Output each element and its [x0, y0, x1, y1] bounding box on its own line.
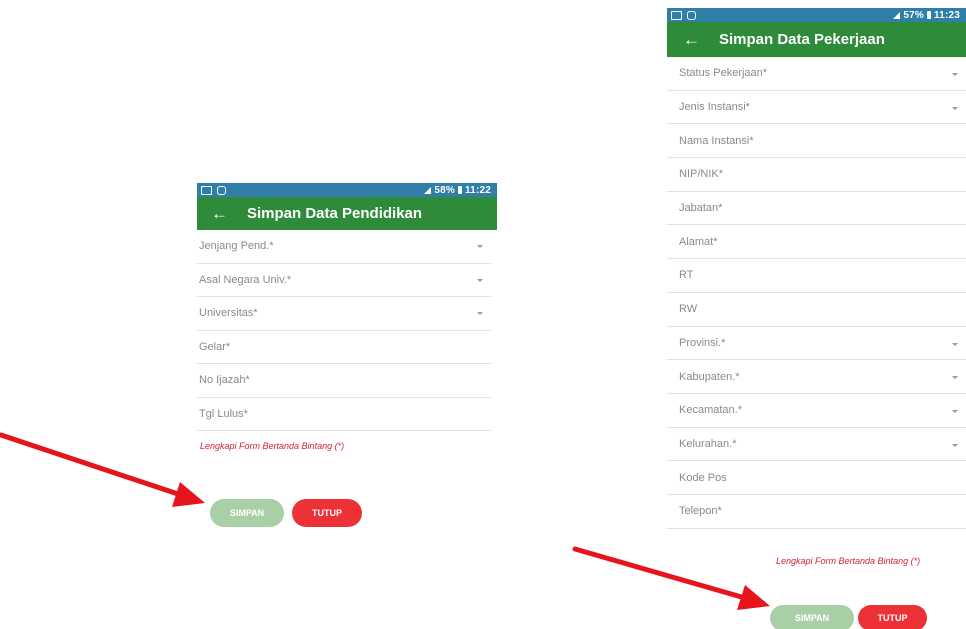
field-universitas[interactable]: Universitas* [197, 297, 491, 331]
close-button[interactable]: TUTUP [858, 605, 927, 629]
field-label: Alamat* [679, 235, 718, 248]
battery-percent: 57% [903, 9, 924, 21]
field-label: Kecamatan.* [679, 404, 742, 417]
field-label: NIP/NIK* [679, 168, 724, 181]
back-arrow-icon[interactable]: ← [211, 205, 231, 222]
battery-icon [457, 186, 462, 194]
field-label: Telepon* [679, 505, 722, 518]
dropdown-caret-icon [952, 73, 958, 76]
gallery-notification-icon [201, 185, 212, 195]
form-fields: Status Pekerjaan* Jenis Instansi* Nama I… [667, 57, 966, 529]
field-label: Tgl Lulus* [199, 407, 248, 420]
field-label: Jabatan* [679, 202, 723, 215]
field-kode-pos[interactable]: Kode Pos [667, 461, 966, 495]
field-asal-negara-univ[interactable]: Asal Negara Univ.* [197, 264, 491, 297]
field-label: Nama Instansi* [679, 134, 754, 147]
form-fields: Jenjang Pend.* Asal Negara Univ.* Univer… [197, 230, 497, 431]
field-rt[interactable]: RT [667, 259, 966, 293]
battery-percent: 58% [434, 184, 455, 196]
field-alamat[interactable]: Alamat* [667, 225, 966, 260]
field-jenis-instansi[interactable]: Jenis Instansi* [667, 91, 966, 125]
field-nama-instansi[interactable]: Nama Instansi* [667, 124, 966, 159]
page-title: Simpan Data Pendidikan [247, 205, 423, 222]
app-bar: ← Simpan Data Pendidikan [197, 197, 497, 230]
dropdown-caret-icon [952, 443, 958, 447]
left-annotation-arrow-icon [0, 432, 205, 507]
required-fields-note: Lengkapi Form Bertanda Bintang (*) [776, 556, 921, 566]
field-label: Kabupaten.* [679, 370, 740, 383]
required-fields-note: Lengkapi Form Bertanda Bintang (*) [200, 441, 345, 451]
field-telepon[interactable]: Telepon* [667, 495, 966, 529]
field-kecamatan[interactable]: Kecamatan.* [667, 394, 966, 428]
dropdown-caret-icon [952, 376, 958, 380]
status-time: 11:23 [933, 9, 960, 21]
field-label: Asal Negara Univ.* [199, 273, 292, 286]
field-gelar[interactable]: Gelar* [197, 331, 491, 364]
field-jabatan[interactable]: Jabatan* [667, 192, 966, 226]
gallery-notification-icon [671, 10, 682, 20]
instagram-notification-icon [217, 185, 226, 195]
field-kelurahan[interactable]: Kelurahan.* [667, 428, 966, 462]
field-label: Gelar* [199, 340, 231, 353]
signal-icon [424, 186, 432, 194]
dropdown-caret-icon [952, 342, 958, 346]
field-provinsi[interactable]: Provinsi.* [667, 327, 966, 361]
app-bar: ← Simpan Data Pekerjaan [667, 22, 966, 57]
field-label: Status Pekerjaan* [679, 67, 768, 80]
field-status-pekerjaan[interactable]: Status Pekerjaan* [667, 57, 966, 91]
field-label: Jenis Instansi* [679, 101, 750, 114]
field-label: Kelurahan.* [679, 437, 737, 450]
field-label: No Ijazah* [199, 374, 250, 387]
dropdown-caret-icon [952, 409, 958, 413]
page-title: Simpan Data Pekerjaan [719, 31, 885, 48]
close-button[interactable]: TUTUP [292, 499, 362, 527]
dropdown-caret-icon [477, 245, 483, 248]
field-label: Kode Pos [679, 471, 727, 484]
education-screen: 58% 11:22 ← Simpan Data Pendidikan Jenja… [197, 183, 497, 543]
status-bar: 57% 11:23 [667, 8, 966, 22]
field-label: Provinsi.* [679, 336, 726, 349]
dropdown-caret-icon [477, 278, 483, 282]
status-bar: 58% 11:22 [197, 183, 497, 197]
field-tgl-lulus[interactable]: Tgl Lulus* [197, 398, 491, 431]
field-nip-nik[interactable]: NIP/NIK* [667, 158, 966, 192]
field-jenjang-pend[interactable]: Jenjang Pend.* [197, 230, 491, 264]
field-label: Jenjang Pend.* [199, 240, 274, 253]
instagram-notification-icon [687, 10, 696, 20]
battery-icon [926, 11, 931, 19]
save-button[interactable]: SIMPAN [210, 499, 284, 527]
employment-screen: 57% 11:23 ← Simpan Data Pekerjaan Status… [667, 8, 966, 629]
field-no-ijazah[interactable]: No Ijazah* [197, 364, 491, 398]
signal-icon [893, 11, 901, 19]
back-arrow-icon[interactable]: ← [683, 31, 703, 48]
field-label: Universitas* [199, 307, 258, 320]
dropdown-caret-icon [477, 312, 483, 315]
field-label: RW [679, 303, 698, 316]
field-kabupaten[interactable]: Kabupaten.* [667, 360, 966, 394]
status-time: 11:22 [464, 184, 491, 196]
field-rw[interactable]: RW [667, 293, 966, 327]
field-label: RT [679, 269, 694, 282]
save-button[interactable]: SIMPAN [770, 605, 854, 629]
dropdown-caret-icon [952, 106, 958, 110]
